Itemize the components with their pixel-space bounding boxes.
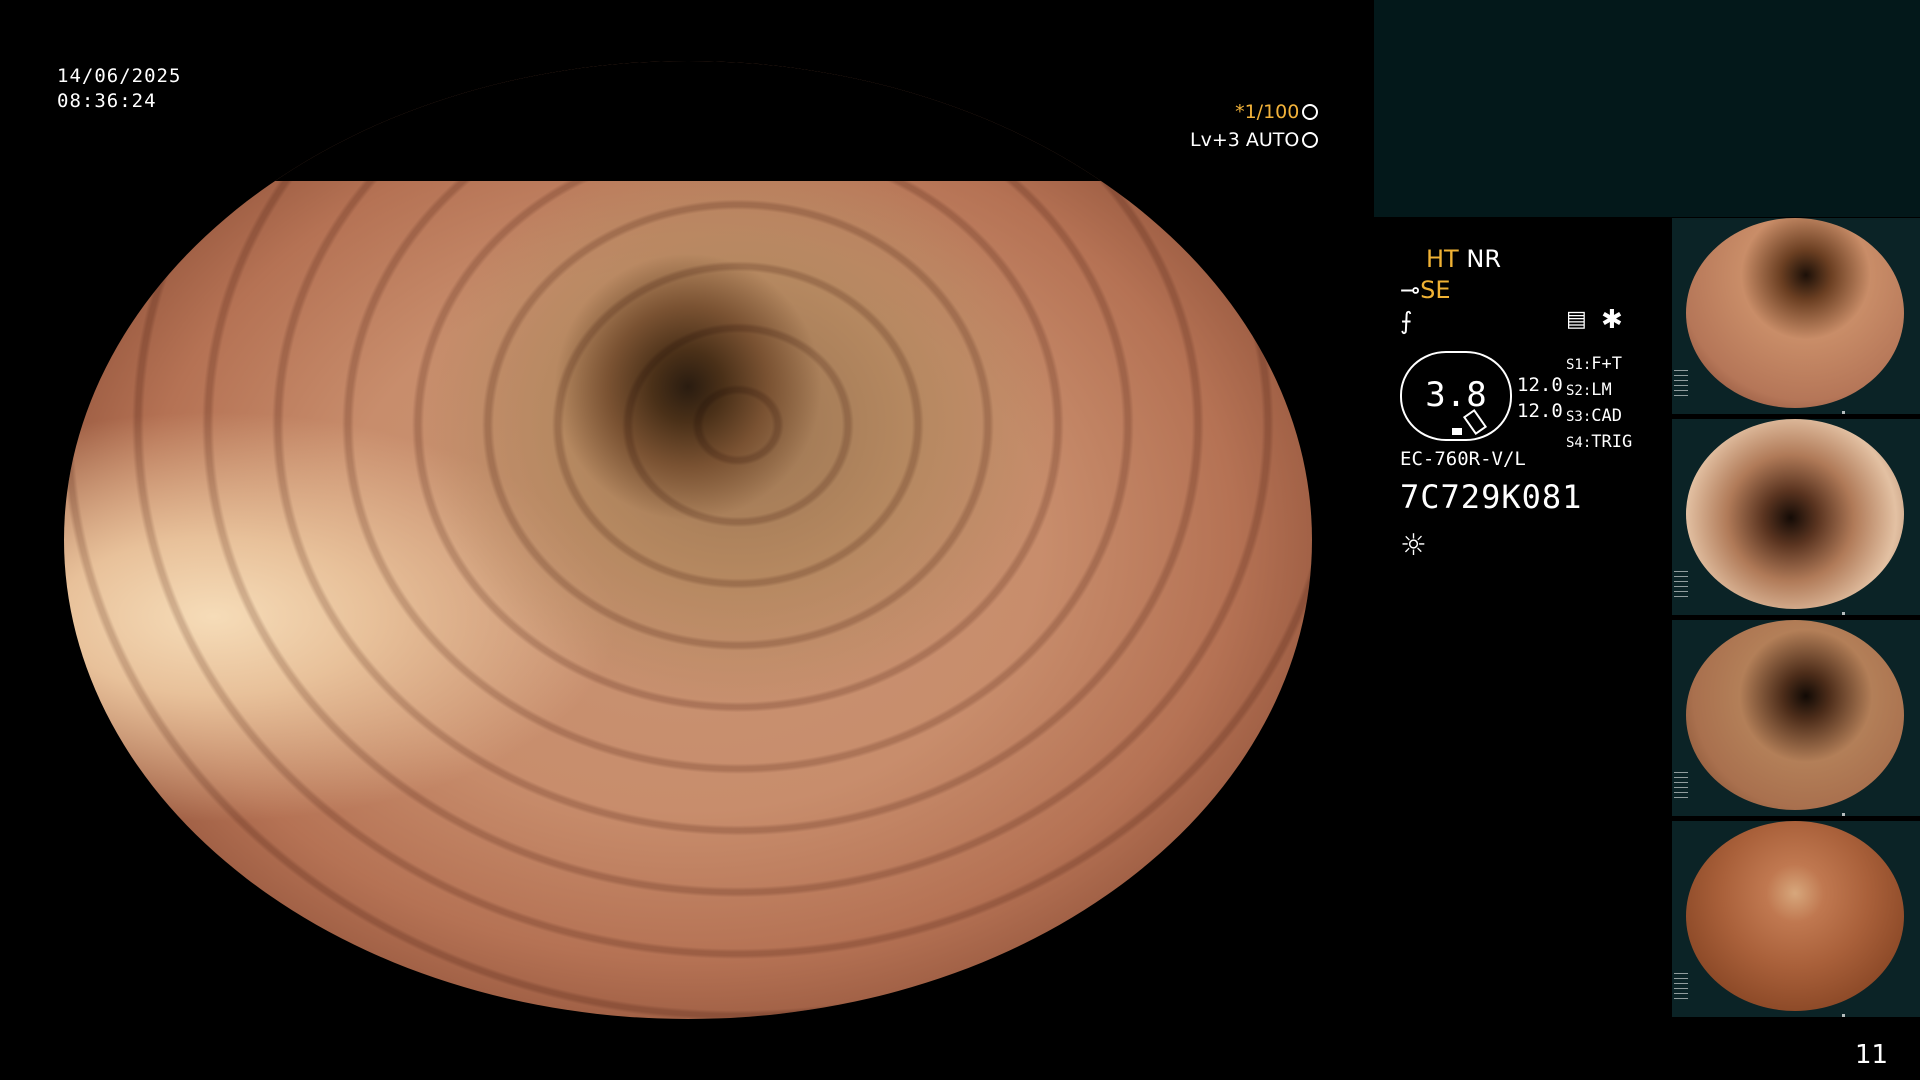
endoscope-main-view — [64, 61, 1312, 1019]
thumbnail[interactable] — [1672, 620, 1920, 816]
slot-3: S3:CAD — [1566, 404, 1632, 430]
thumbnail-image — [1686, 419, 1904, 609]
slot-4: S4:TRIG — [1566, 430, 1632, 456]
thumbnail-meta — [1674, 772, 1688, 802]
date-label: 14/06/2025 — [57, 65, 182, 87]
thumbnail[interactable] — [1672, 218, 1920, 414]
exposure-status: *1/100 Lv+3 AUTO — [1190, 98, 1319, 154]
capture-thumbnails — [1672, 218, 1920, 1022]
page-number: 11 — [1855, 1040, 1889, 1070]
level-label: Lv+3 AUTO — [1190, 129, 1300, 151]
thumbnail-meta — [1674, 571, 1688, 601]
shutter-row: *1/100 — [1190, 98, 1319, 126]
thumbnail[interactable] — [1672, 419, 1920, 615]
gain-1: 12.0 — [1517, 374, 1563, 396]
view-top-mask — [0, 0, 1380, 61]
records-icon: ▤ — [1566, 307, 1587, 332]
light-source-icon: ☼ — [1400, 528, 1427, 563]
thumbnail-marker — [1842, 1014, 1845, 1017]
slot-value: F+T — [1591, 354, 1623, 374]
ht-label: HT — [1426, 245, 1459, 273]
gauge-tick — [1452, 428, 1462, 435]
thumbnail-image — [1686, 620, 1904, 810]
slot-1: S1:F+T — [1566, 352, 1632, 378]
aperture-icon — [1302, 104, 1319, 120]
enhancement-gauge: 3.8 — [1400, 351, 1512, 441]
thumbnail-meta — [1674, 973, 1688, 1003]
gauge-value: 3.8 — [1425, 375, 1487, 415]
info-panel-header — [1374, 0, 1920, 217]
shutter-label: *1/100 — [1235, 101, 1300, 123]
se-label: SE — [1420, 276, 1451, 304]
gain-2: 12.0 — [1517, 400, 1563, 422]
auto-exposure-icon — [1302, 132, 1319, 148]
slot-value: LM — [1591, 380, 1612, 400]
nr-label: NR — [1466, 245, 1501, 273]
slot-key: S3: — [1566, 409, 1592, 425]
thumbnail[interactable] — [1672, 821, 1920, 1017]
se-row: ⊸SE — [1400, 275, 1501, 306]
asterisk-icon: ✱ — [1601, 305, 1623, 335]
thumbnail-marker — [1842, 612, 1845, 615]
time-label: 08:36:24 — [57, 90, 157, 112]
timestamp: 14/06/2025 08:36:24 — [57, 64, 181, 114]
thumbnail-marker — [1842, 411, 1845, 414]
thumbnail-image — [1686, 821, 1904, 1011]
thumbnail-image — [1686, 218, 1904, 408]
scope-serial: 7C729K081 — [1400, 478, 1583, 516]
level-row: Lv+3 AUTO — [1190, 126, 1319, 154]
scope-tip-icon: ⊸ — [1400, 276, 1421, 304]
slot-key: S4: — [1566, 435, 1592, 451]
slot-value: TRIG — [1591, 432, 1633, 452]
slot-key: S2: — [1566, 383, 1592, 399]
switch-assignments: S1:F+T S2:LM S3:CAD S4:TRIG — [1566, 352, 1632, 456]
processing-settings: HT NR ⊸SE ⨍ — [1400, 244, 1501, 337]
scope-model: EC-760R-V/L — [1400, 448, 1526, 470]
thumbnail-marker — [1842, 813, 1845, 816]
gain-values: 12.0 12.0 — [1517, 372, 1563, 424]
signal-row: ⨍ — [1400, 306, 1501, 337]
slot-2: S2:LM — [1566, 378, 1632, 404]
ht-nr-row: HT NR — [1400, 244, 1501, 275]
slot-value: CAD — [1591, 406, 1623, 426]
signal-icon: ⨍ — [1400, 307, 1413, 335]
slot-key: S1: — [1566, 357, 1592, 373]
thumbnail-meta — [1674, 370, 1688, 400]
